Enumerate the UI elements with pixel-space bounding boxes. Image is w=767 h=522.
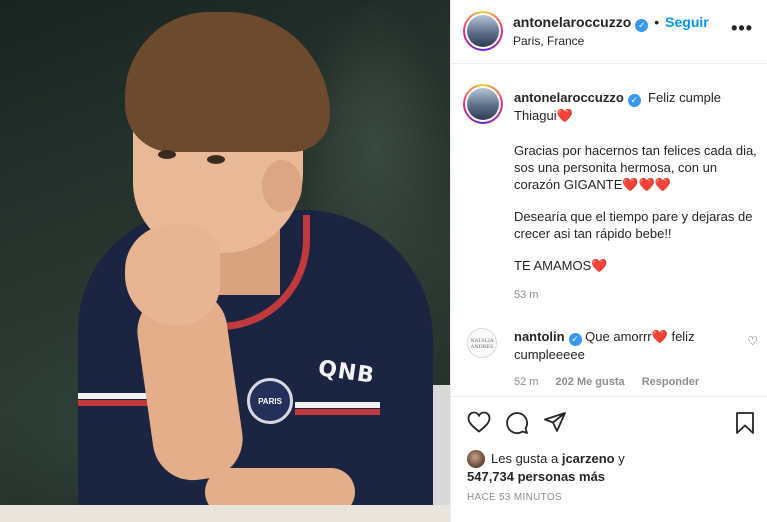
caption-text: TE AMAMOS [514,258,592,273]
action-bar [451,396,767,446]
commenter-username[interactable]: nantolin [514,329,565,344]
separator-dot: • [654,14,660,30]
caption-paragraph: TE AMAMOS❤️ [514,257,762,274]
like-comment-heart-icon[interactable]: ♡ [747,334,758,348]
liker-username[interactable]: jcarzeno [562,451,615,466]
likes-prefix: Les gusta a [491,451,559,466]
likes-suffix: y [618,451,625,466]
author-line: antonelaroccuzzo ✓ • Seguir [513,14,709,32]
comment-text: nantolin ✓ Que amorrr❤️ feliz cumpleeeee [514,328,739,363]
verified-badge-icon: ✓ [635,19,649,32]
save-bookmark-icon[interactable] [735,411,755,435]
psg-badge-logo: PARIS [247,378,293,424]
comment-time[interactable]: 52 m [514,376,538,388]
hearts-emoji: ❤️❤️❤️ [622,177,671,192]
caption: antonelaroccuzzo ✓ Feliz cumple Thiagui❤️… [451,64,767,316]
author-avatar[interactable] [463,11,503,51]
sleeve-stripe [295,409,380,415]
photo-eye [158,150,176,159]
verified-badge-icon: ✓ [627,94,641,107]
photo-hand [125,225,220,325]
comment-item: NATALIA ANDRES nantolin ✓ Que amorrr❤️ fe… [451,322,767,394]
caption-paragraph: Desearía que el tiempo pare y dejaras de… [514,209,753,241]
heart-emoji: ❤️ [591,258,608,273]
likes-count[interactable]: 547,734 personas más [467,468,605,485]
like-heart-icon[interactable] [467,411,491,433]
caption-author-avatar[interactable] [463,84,503,124]
post-header: antonelaroccuzzo ✓ • Seguir Paris, France •… [451,0,767,64]
sleeve-stripe [295,402,380,408]
comment-body: Que amorrr [585,329,652,344]
post-photo[interactable]: PARIS QNB [0,0,450,522]
caption-first-line: antonelaroccuzzo ✓ Feliz cumple Thiagui❤️ [514,89,762,124]
comment-likes[interactable]: 202 Me gusta [556,376,625,388]
verified-badge-icon: ✓ [568,333,582,346]
author-username[interactable]: antonelaroccuzzo [513,14,631,30]
follow-button[interactable]: Seguir [665,14,709,30]
heart-emoji: ❤️ [651,329,668,344]
heart-emoji: ❤️ [556,108,573,123]
likes-line: Les gusta a jcarzeno y [491,450,625,467]
comment-bubble-icon[interactable] [505,411,529,435]
liker-avatar[interactable] [467,450,485,468]
reply-button[interactable]: Responder [642,376,699,388]
caption-paragraph: Gracias por hacernos tan felices cada di… [514,142,762,193]
more-options-icon[interactable]: ••• [731,18,753,39]
comment-meta: 52 m 202 Me gusta Responder [514,376,713,388]
photo-desk [0,505,450,522]
caption-body: antonelaroccuzzo ✓ Feliz cumple Thiagui❤️… [514,89,762,289]
photo-eye [207,155,225,164]
commenter-avatar[interactable]: NATALIA ANDRES [467,328,497,358]
post-side-panel: antonelaroccuzzo ✓ • Seguir Paris, France •… [450,0,767,522]
photo-ear [262,160,302,212]
share-send-icon[interactable] [543,411,567,433]
post-location[interactable]: Paris, France [513,34,584,48]
caption-time[interactable]: 53 m [514,289,538,301]
caption-author-username[interactable]: antonelaroccuzzo [514,90,624,105]
post-timestamp[interactable]: HACE 53 MINUTOS [467,492,562,503]
